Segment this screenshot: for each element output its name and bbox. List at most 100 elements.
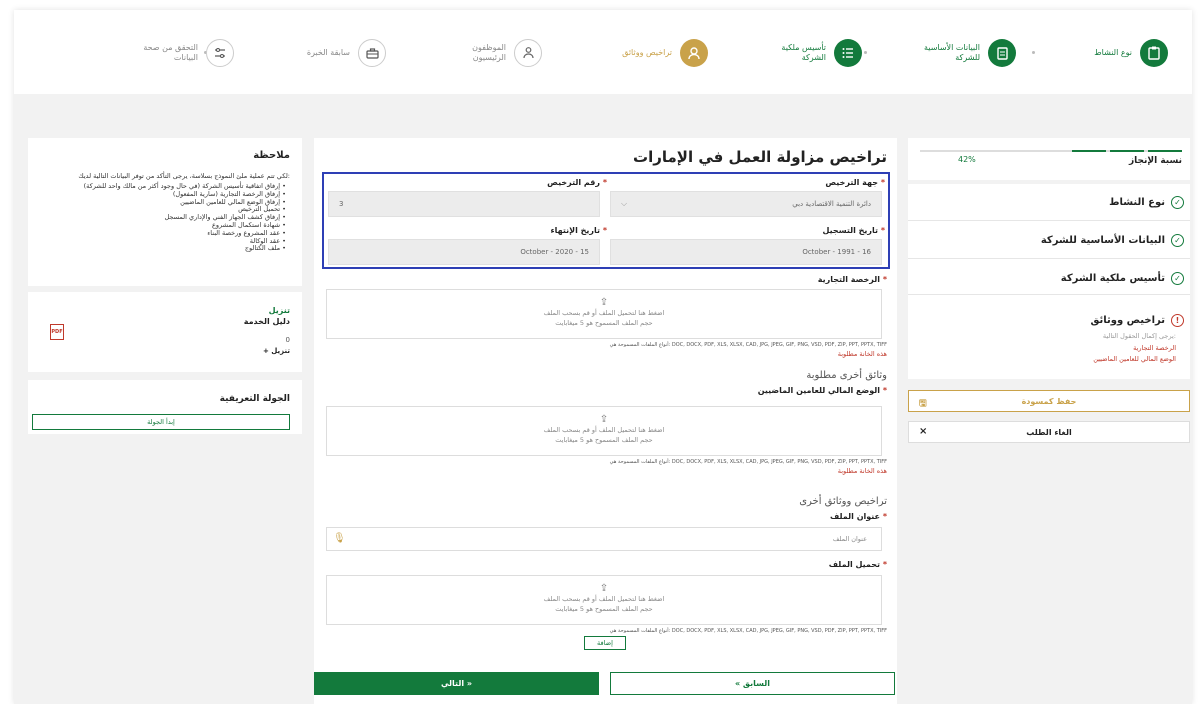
nav-item-label: تأسيس ملكية الشركة — [1060, 273, 1165, 284]
progress-percent: 42% — [958, 155, 976, 164]
nav-item-label: تراخيص ووثائق — [1090, 315, 1165, 326]
license-number-label: رقم الترخيص * — [547, 178, 607, 187]
save-draft-label: حفظ كمسودة — [1021, 396, 1077, 406]
next-button[interactable]: التالي » — [314, 672, 599, 695]
file-title-label: عنوان الملف * — [830, 512, 887, 521]
download-link[interactable]: + تنزيل — [263, 347, 290, 355]
divider — [908, 258, 1190, 259]
trade-license-upload[interactable]: ⇪ اضغط هنا لتحميل الملف أو قم بسحب الملف… — [326, 289, 882, 339]
note-list: إرفاق اتفاقية تأسيس الشركة (في حال وجود … — [36, 182, 286, 253]
main-form: تراخيص مزاولة العمل في الإمارات جهة التر… — [314, 138, 897, 704]
check-circle-icon: ✓ — [1171, 234, 1184, 247]
nav-item-company-ownership[interactable]: ✓ تأسيس ملكية الشركة — [1061, 272, 1184, 285]
progress-label: نسبة الإنجاز — [1128, 156, 1182, 166]
step-label: تأسيس ملكية الشركة — [781, 43, 826, 62]
cancel-request-button[interactable]: × الغاء الطلب — [908, 421, 1190, 443]
nav-item-label: نوع النشاط — [1109, 197, 1165, 208]
tour-card: الجولة التعريفية إبدأ الجولة — [28, 380, 302, 434]
divider — [908, 220, 1190, 221]
required-message: هذه الخانة مطلوبة — [837, 467, 887, 475]
step-label: نوع النشاط — [1094, 48, 1132, 57]
alert-circle-icon: ! — [1171, 314, 1184, 327]
section-title: تراخيص ووثائق أخرى — [799, 496, 887, 507]
list-item: ملف الكتالوج — [36, 245, 286, 253]
progress-stepper: نوع النشاط البيانات الأساسية للشركة تأسي… — [14, 10, 1192, 94]
step-label: تراخيص ووثائق — [622, 48, 672, 57]
step-dot — [864, 51, 867, 54]
briefcase-icon — [358, 39, 386, 67]
divider — [908, 294, 1190, 295]
nav-error-item[interactable]: الوضع المالي للعامين الماضيين — [1093, 355, 1176, 363]
start-tour-button[interactable]: إبدأ الجولة — [32, 414, 290, 430]
step-label: البيانات الأساسية للشركة — [924, 43, 980, 62]
required-message: هذه الخانة مطلوبة — [837, 350, 887, 358]
microphone-icon[interactable]: 🎙 — [333, 533, 346, 544]
step-label: سابقة الخبرة — [306, 48, 350, 57]
file-upload[interactable]: ⇪ اضغط هنا لتحميل الملف أو قم بسحب الملف… — [326, 575, 882, 625]
upload-icon: ⇪ — [599, 583, 609, 594]
trade-license-label: الرخصة التجارية * — [817, 275, 887, 284]
download-card: تنزيل دليل الخدمة 0 + تنزيل PDF — [28, 292, 302, 372]
allowed-types-text: أنواع الملفات المسموحة هي: DOC, DOCX, PD… — [609, 628, 887, 634]
cancel-request-label: الغاء الطلب — [1026, 427, 1072, 437]
note-intro: لكي تتم عملية ملئ النموذج بسلاسة، يرجى ا… — [78, 172, 290, 180]
user-key-icon — [680, 39, 708, 67]
step-label: التحقق من صحة البيانات — [143, 43, 198, 62]
nav-error-item[interactable]: الرخصة التجارية — [1133, 344, 1176, 352]
tour-title: الجولة التعريفية — [219, 394, 290, 404]
sliders-icon — [206, 39, 234, 67]
nav-item-activity-type[interactable]: ✓ نوع النشاط — [1109, 196, 1184, 209]
nav-item-company-basic-data[interactable]: ✓ البيانات الأساسية للشركة — [1041, 234, 1184, 247]
people-icon — [514, 39, 542, 67]
section-title: وثائق أخرى مطلوبة — [806, 370, 887, 381]
expiry-date-field[interactable]: October - 2020 - 15 — [328, 239, 600, 265]
note-title: ملاحظة — [253, 150, 290, 161]
registration-date-label: تاريخ التسجيل * — [822, 226, 885, 235]
clipboard-icon — [1140, 39, 1168, 67]
progress-card: نسبة الإنجاز 42% — [908, 138, 1190, 180]
previous-button[interactable]: « السابق — [610, 672, 895, 695]
save-draft-button[interactable]: 🖫 حفظ كمسودة — [908, 390, 1190, 412]
license-authority-value: دائرة التنمية الاقتصادية دبي — [792, 200, 871, 208]
pdf-icon[interactable]: PDF — [50, 324, 64, 340]
download-title: تنزيل — [268, 306, 290, 315]
registration-date-field[interactable]: October - 1991 - 16 — [610, 239, 882, 265]
note-card: ملاحظة لكي تتم عملية ملئ النموذج بسلاسة،… — [28, 138, 302, 286]
step-data-verification[interactable]: التحقق من صحة البيانات — [118, 38, 234, 68]
content-area: نسبة الإنجاز 42% ✓ نوع النشاط ✓ البيانات… — [14, 128, 1192, 704]
check-circle-icon: ✓ — [1171, 272, 1184, 285]
step-label: الموظفون الرئيسيون — [472, 43, 506, 62]
financial-label: الوضع المالي للعامين الماضيين * — [757, 386, 887, 395]
page-title: تراخيص مزاولة العمل في الإمارات — [633, 148, 887, 166]
nav-sub-text: يرجى إكمال الحقول التالية: — [1102, 332, 1176, 340]
upload-icon: ⇪ — [599, 414, 609, 425]
step-dot — [1032, 51, 1035, 54]
step-company-ownership[interactable]: تأسيس ملكية الشركة — [766, 38, 862, 68]
add-button[interactable]: إضافة — [584, 636, 626, 650]
allowed-types-text: أنواع الملفات المسموحة هي: DOC, DOCX, PD… — [609, 459, 887, 465]
upload-icon: ⇪ — [599, 297, 609, 308]
step-company-basic-data[interactable]: البيانات الأساسية للشركة — [920, 38, 1016, 68]
step-key-employees[interactable]: الموظفون الرئيسيون — [446, 38, 542, 68]
file-title-input[interactable]: 🎙 عنوان الملف — [326, 527, 882, 551]
step-licenses-documents[interactable]: تراخيص ووثائق — [612, 38, 708, 68]
chevron-down-icon: ⌵ — [621, 199, 628, 208]
nav-item-licenses-documents[interactable]: ! تراخيص ووثائق — [1090, 314, 1184, 327]
header-band — [14, 94, 1192, 128]
check-circle-icon: ✓ — [1171, 196, 1184, 209]
download-name: دليل الخدمة — [243, 317, 290, 326]
page: نوع النشاط البيانات الأساسية للشركة تأسي… — [14, 10, 1192, 704]
financial-upload[interactable]: ⇪ اضغط هنا لتحميل الملف أو قم بسحب الملف… — [326, 406, 882, 456]
progress-bar — [920, 150, 1182, 152]
document-icon — [988, 39, 1016, 67]
step-experience[interactable]: سابقة الخبرة — [290, 38, 386, 68]
nav-item-label: البيانات الأساسية للشركة — [1040, 235, 1165, 246]
license-authority-label: جهة الترخيص * — [825, 178, 885, 187]
allowed-types-text: أنواع الملفات المسموحة هي: DOC, DOCX, PD… — [609, 342, 887, 348]
license-number-field[interactable]: 3 — [328, 191, 600, 217]
save-icon: 🖫 — [919, 399, 927, 409]
list-item: عقد المشروع ورخصة البناء — [36, 229, 286, 238]
step-activity-type[interactable]: نوع النشاط — [1072, 38, 1168, 68]
section-nav: ✓ نوع النشاط ✓ البيانات الأساسية للشركة … — [908, 184, 1190, 379]
license-authority-select[interactable]: دائرة التنمية الاقتصادية دبي ⌵ — [610, 191, 882, 217]
